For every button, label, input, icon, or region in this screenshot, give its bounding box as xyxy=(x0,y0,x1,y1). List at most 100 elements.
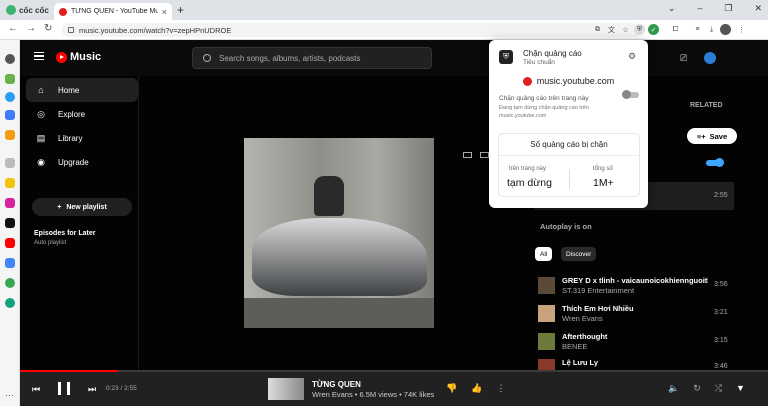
queue-duration: 3:46 xyxy=(714,363,728,370)
extensions-puzzle-icon[interactable]: ⧠ xyxy=(670,24,681,35)
queue-artist: Wren Evans xyxy=(562,314,603,323)
like-icon[interactable]: 👍 xyxy=(471,383,482,394)
google-icon[interactable] xyxy=(5,278,15,288)
more-options-icon[interactable]: ⋮ xyxy=(496,383,505,394)
queue-thumbnail xyxy=(538,333,555,350)
nav-item-upgrade[interactable]: ◉ Upgrade xyxy=(26,150,138,174)
now-playing-title[interactable]: TỪNG QUEN xyxy=(312,380,361,389)
profile-avatar[interactable] xyxy=(720,24,731,35)
queue-item[interactable]: Thích Em Hơi Nhiều Wren Evans 3:21 xyxy=(534,302,734,326)
ytmusic-app: Music Search songs, albums, artists, pod… xyxy=(20,40,768,406)
sidebar-app-icon[interactable] xyxy=(5,74,15,84)
site-info-icon[interactable] xyxy=(68,27,74,33)
popup-site: music.youtube.com xyxy=(489,76,648,86)
next-track-icon[interactable]: ⏭ xyxy=(88,384,96,395)
hamburger-menu-icon[interactable] xyxy=(34,52,44,60)
google-translate-icon[interactable] xyxy=(5,258,15,268)
gear-icon[interactable]: ⚙ xyxy=(628,51,636,62)
fullscreen-icon[interactable] xyxy=(480,152,489,158)
browser-brand[interactable]: cốc cốc xyxy=(6,4,49,16)
pause-button[interactable] xyxy=(58,382,70,395)
youtube-icon[interactable] xyxy=(5,238,15,248)
tab-close-icon[interactable]: × xyxy=(162,7,167,17)
popup-subtitle: Tiêu chuẩn xyxy=(523,59,555,66)
this-page-label: trên trang này xyxy=(509,166,547,172)
queue-item[interactable]: Afterthought BENEE 3:15 xyxy=(534,330,734,354)
ytmusic-logo[interactable]: Music xyxy=(56,51,101,63)
queue-duration: 3:56 xyxy=(714,281,728,288)
settings-gear-icon[interactable] xyxy=(5,54,15,64)
block-toggle-label: Chặn quảng cáo trên trang này xyxy=(499,95,589,102)
card-title: Số quảng cáo bị chặn xyxy=(499,134,639,156)
shuffle-icon[interactable]: ⤮ xyxy=(715,383,722,394)
site-domain: music.youtube.com xyxy=(536,76,615,86)
sidebar-app-icon[interactable] xyxy=(5,110,15,120)
bookmark-star-icon[interactable]: ☆ xyxy=(620,24,631,35)
save-button[interactable]: ≡+ Save xyxy=(687,128,737,144)
close-window-button[interactable]: ✕ xyxy=(754,3,762,14)
chatgpt-icon[interactable] xyxy=(5,298,15,308)
nav-label: Home xyxy=(58,85,80,95)
minimize-button[interactable]: – xyxy=(697,3,702,14)
block-ads-toggle[interactable] xyxy=(622,90,639,99)
install-app-icon[interactable]: ⧉ xyxy=(592,24,603,35)
translate-icon[interactable]: 文 xyxy=(606,24,617,35)
progress-fill xyxy=(20,370,118,372)
account-avatar[interactable] xyxy=(704,52,716,64)
url-field[interactable]: music.youtube.com/watch?v=zepHPnUDROE xyxy=(62,23,642,37)
nav-item-explore[interactable]: ◎ Explore xyxy=(26,102,138,126)
instagram-icon[interactable] xyxy=(5,198,15,208)
reload-icon[interactable]: ↻ xyxy=(44,23,52,34)
queue-thumbnail xyxy=(538,305,555,322)
back-arrow-icon[interactable]: ← xyxy=(8,23,18,34)
previous-track-icon[interactable]: ⏮ xyxy=(32,384,40,395)
dislike-icon[interactable]: 👎 xyxy=(446,383,457,394)
tab-related[interactable]: RELATED xyxy=(690,102,723,109)
expand-player-icon[interactable]: ▼ xyxy=(736,383,745,394)
adblock-extension-icon[interactable]: ⛨ xyxy=(634,24,645,35)
album-artwork xyxy=(244,138,434,328)
tiktok-icon[interactable] xyxy=(5,218,15,228)
nav-item-library[interactable]: ▤ Library xyxy=(26,126,138,150)
browser-sidebar: ⋯ xyxy=(0,40,20,406)
current-duration: 2:55 xyxy=(714,192,728,199)
cast-icon[interactable]: ⎚ xyxy=(680,53,687,64)
forward-arrow-icon[interactable]: → xyxy=(26,23,36,34)
more-dots-icon[interactable]: ⋯ xyxy=(5,390,15,400)
progress-bar[interactable] xyxy=(20,370,768,372)
volume-icon[interactable]: 🔈 xyxy=(668,383,679,394)
block-toggle-description: Đang tạm dừng chặn quảng cáo trên music.… xyxy=(499,105,589,119)
browser-tab-active[interactable]: TỪNG QUEN - YouTube Mu × xyxy=(54,3,172,20)
playlist-title[interactable]: Episodes for Later xyxy=(34,230,95,237)
player-bar: ⏮ ⏭ 0:23 / 2:55 TỪNG QUEN Wren Evans • 6… xyxy=(20,370,768,406)
nav-label: Library xyxy=(58,133,83,143)
autoplay-toggle[interactable] xyxy=(706,158,724,167)
maximize-button[interactable]: ❐ xyxy=(724,3,732,14)
add-icon[interactable] xyxy=(5,158,15,168)
search-input[interactable]: Search songs, albums, artists, podcasts xyxy=(192,47,432,69)
artwork-floor xyxy=(244,298,434,328)
telegram-icon[interactable] xyxy=(5,92,15,102)
miniplayer-icon[interactable] xyxy=(463,152,472,158)
queue-item[interactable]: GREY D x tlinh - vaicaunoicokhiennguoith… xyxy=(534,274,734,298)
chip-all[interactable]: All xyxy=(535,247,553,261)
tab-search-icon[interactable]: ⌄ xyxy=(668,3,676,14)
compass-icon: ◎ xyxy=(37,108,45,119)
chip-discover[interactable]: Discover xyxy=(561,247,597,261)
queue-thumbnail xyxy=(538,277,555,294)
now-playing-thumbnail xyxy=(268,378,304,400)
new-playlist-button[interactable]: + New playlist xyxy=(32,198,132,216)
queue-title: Lệ Lưu Ly xyxy=(562,358,598,367)
extension-green-icon[interactable]: ✓ xyxy=(648,24,659,35)
download-icon[interactable]: ⤓ xyxy=(706,24,717,35)
new-tab-button[interactable]: + xyxy=(177,3,184,17)
crown-icon[interactable] xyxy=(5,130,15,140)
repeat-icon[interactable]: ↻ xyxy=(693,383,701,394)
reading-list-icon[interactable]: ≡ xyxy=(692,24,703,35)
queue-title: Afterthought xyxy=(562,332,608,341)
menu-dots-icon[interactable]: ⋮ xyxy=(736,24,747,35)
save-label: Save xyxy=(709,131,728,141)
nav-item-home[interactable]: ⌂ Home xyxy=(26,78,138,102)
total-label: tổng số xyxy=(593,166,613,172)
binance-icon[interactable] xyxy=(5,178,15,188)
